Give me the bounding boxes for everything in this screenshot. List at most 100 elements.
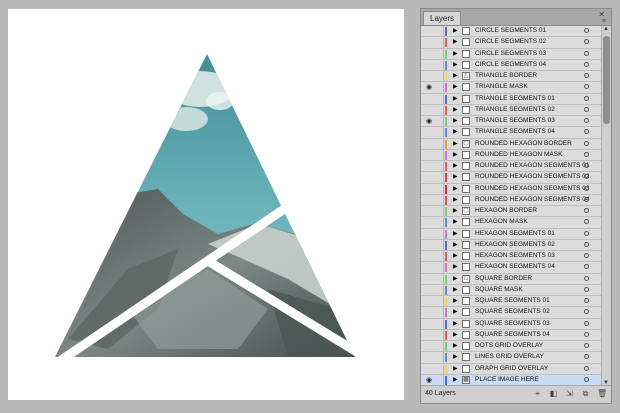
layer-name[interactable]: SQUARE BORDER xyxy=(475,274,532,284)
layer-row[interactable]: ▶ TRIANGLE SEGMENTS 01 xyxy=(421,93,601,105)
lock-column[interactable] xyxy=(443,71,444,82)
lock-column[interactable] xyxy=(443,138,444,149)
expand-arrow-icon[interactable]: ▶ xyxy=(453,240,458,250)
expand-arrow-icon[interactable]: ▶ xyxy=(453,375,458,385)
layer-row[interactable]: ▶ ROUNDED HEXAGON SEGMENTS 04 xyxy=(421,194,601,206)
layer-name[interactable]: CIRCLE SEGMENTS 02 xyxy=(475,37,546,47)
new-layer-icon[interactable]: ⧉ xyxy=(581,390,590,398)
lock-column[interactable] xyxy=(443,239,444,250)
layer-name[interactable]: ROUNDED HEXAGON SEGMENTS 04 xyxy=(475,195,590,205)
target-circle-icon[interactable] xyxy=(584,376,589,382)
visibility-eye-icon[interactable] xyxy=(426,61,436,70)
lock-column[interactable] xyxy=(443,352,444,363)
layer-name[interactable]: ROUNDED HEXAGON MASK xyxy=(475,150,562,160)
target-circle-icon[interactable] xyxy=(584,61,589,67)
target-circle-icon[interactable] xyxy=(584,230,589,236)
layer-row[interactable]: ▶ SQUARE SEGMENTS 04 xyxy=(421,329,601,341)
layer-name[interactable]: GRAPH GRID OVERLAY xyxy=(475,364,548,374)
lock-column[interactable] xyxy=(443,127,444,138)
clipping-mask-icon[interactable]: ◧ xyxy=(549,390,558,398)
visibility-eye-icon[interactable] xyxy=(426,72,436,81)
lock-column[interactable] xyxy=(443,194,444,205)
layer-row[interactable]: ▶ GRAPH GRID OVERLAY xyxy=(421,363,601,375)
visibility-eye-icon[interactable] xyxy=(426,241,436,250)
lock-column[interactable] xyxy=(443,329,444,340)
target-circle-icon[interactable] xyxy=(584,129,589,135)
layer-name[interactable]: PLACE IMAGE HERE xyxy=(475,375,539,385)
lock-column[interactable] xyxy=(443,183,444,194)
expand-arrow-icon[interactable]: ▶ xyxy=(453,319,458,329)
tab-layers[interactable]: Layers xyxy=(423,11,462,25)
expand-arrow-icon[interactable]: ▶ xyxy=(453,251,458,261)
expand-arrow-icon[interactable]: ▶ xyxy=(453,161,458,171)
target-circle-icon[interactable] xyxy=(584,354,589,360)
visibility-eye-icon[interactable] xyxy=(426,353,436,362)
layer-name[interactable]: CIRCLE SEGMENTS 01 xyxy=(475,26,546,36)
visibility-eye-icon[interactable] xyxy=(426,162,436,171)
artboard[interactable] xyxy=(8,9,404,400)
layer-name[interactable]: HEXAGON SEGMENTS 03 xyxy=(475,251,555,261)
visibility-eye-icon[interactable] xyxy=(426,27,436,36)
visibility-eye-icon[interactable] xyxy=(426,95,436,104)
expand-arrow-icon[interactable]: ▶ xyxy=(453,274,458,284)
visibility-eye-icon[interactable] xyxy=(426,263,436,272)
scroll-thumb[interactable] xyxy=(603,36,610,124)
lock-column[interactable] xyxy=(443,262,444,273)
expand-arrow-icon[interactable]: ▶ xyxy=(453,307,458,317)
layer-row[interactable]: ▶ ROUNDED HEXAGON SEGMENTS 01 xyxy=(421,161,601,173)
expand-arrow-icon[interactable]: ▶ xyxy=(453,82,458,92)
visibility-eye-icon[interactable] xyxy=(426,320,436,329)
layers-scrollbar[interactable]: ▲ ▼ xyxy=(601,26,611,386)
expand-arrow-icon[interactable]: ▶ xyxy=(453,94,458,104)
layer-name[interactable]: DOTS GRID OVERLAY xyxy=(475,341,543,351)
visibility-eye-icon[interactable] xyxy=(426,128,436,137)
target-circle-icon[interactable] xyxy=(584,219,589,225)
layer-name[interactable]: SQUARE SEGMENTS 02 xyxy=(475,307,550,317)
layer-row[interactable]: ▶ TRIANGLE SEGMENTS 02 xyxy=(421,104,601,116)
visibility-eye-icon[interactable] xyxy=(426,308,436,317)
expand-arrow-icon[interactable]: ▶ xyxy=(453,330,458,340)
visibility-eye-icon[interactable] xyxy=(426,196,436,205)
target-circle-icon[interactable] xyxy=(584,84,589,90)
layer-row[interactable]: ▶ HEXAGON MASK xyxy=(421,217,601,229)
new-sublayer-icon[interactable]: ⇲ xyxy=(565,390,574,398)
visibility-eye-icon[interactable] xyxy=(426,218,436,227)
visibility-eye-icon[interactable] xyxy=(426,185,436,194)
lock-column[interactable] xyxy=(443,228,444,239)
layer-row[interactable]: ▶ DOTS GRID OVERLAY xyxy=(421,341,601,353)
lock-column[interactable] xyxy=(443,26,444,37)
target-circle-icon[interactable] xyxy=(584,365,589,371)
layer-name[interactable]: ROUNDED HEXAGON SEGMENTS 01 xyxy=(475,161,590,171)
lock-column[interactable] xyxy=(443,318,444,329)
target-circle-icon[interactable] xyxy=(584,163,589,168)
visibility-eye-icon[interactable] xyxy=(426,230,436,239)
visibility-eye-icon[interactable]: ◉ xyxy=(426,117,436,126)
layer-name[interactable]: CIRCLE SEGMENTS 04 xyxy=(475,60,546,70)
lock-column[interactable] xyxy=(443,363,444,374)
target-circle-icon[interactable] xyxy=(584,298,589,303)
layer-row[interactable]: ▶ HEXAGON SEGMENTS 04 xyxy=(421,262,601,274)
layer-row[interactable]: ▶ ROUNDED HEXAGON SEGMENTS 02 xyxy=(421,172,601,184)
target-circle-icon[interactable] xyxy=(584,140,589,146)
expand-arrow-icon[interactable]: ▶ xyxy=(453,26,458,36)
expand-arrow-icon[interactable]: ▶ xyxy=(453,341,458,351)
lock-column[interactable] xyxy=(443,284,444,295)
lock-column[interactable] xyxy=(443,116,444,127)
visibility-eye-icon[interactable] xyxy=(426,38,436,47)
layer-row[interactable]: ▶ ROUNDED HEXAGON MASK xyxy=(421,149,601,161)
expand-arrow-icon[interactable]: ▶ xyxy=(453,37,458,47)
lock-column[interactable] xyxy=(443,37,444,48)
layer-row[interactable]: ▶ SQUARE SEGMENTS 01 xyxy=(421,296,601,308)
layer-row[interactable]: ▶ SQUARE SEGMENTS 03 xyxy=(421,318,601,330)
layer-row[interactable]: ▶ ⬡ ROUNDED HEXAGON BORDER xyxy=(421,138,601,150)
layer-row[interactable]: ▶ TRIANGLE SEGMENTS 04 xyxy=(421,127,601,139)
target-circle-icon[interactable] xyxy=(584,106,589,112)
target-circle-icon[interactable] xyxy=(584,118,589,123)
lock-column[interactable] xyxy=(443,59,444,70)
target-circle-icon[interactable] xyxy=(584,343,589,348)
layer-row[interactable]: ▶ △ TRIANGLE BORDER xyxy=(421,71,601,83)
layer-row[interactable]: ▶ ⬡ HEXAGON BORDER xyxy=(421,206,601,218)
layer-name[interactable]: SQUARE SEGMENTS 03 xyxy=(475,319,550,329)
lock-column[interactable] xyxy=(443,172,444,183)
layer-name[interactable]: TRIANGLE BORDER xyxy=(475,71,537,81)
